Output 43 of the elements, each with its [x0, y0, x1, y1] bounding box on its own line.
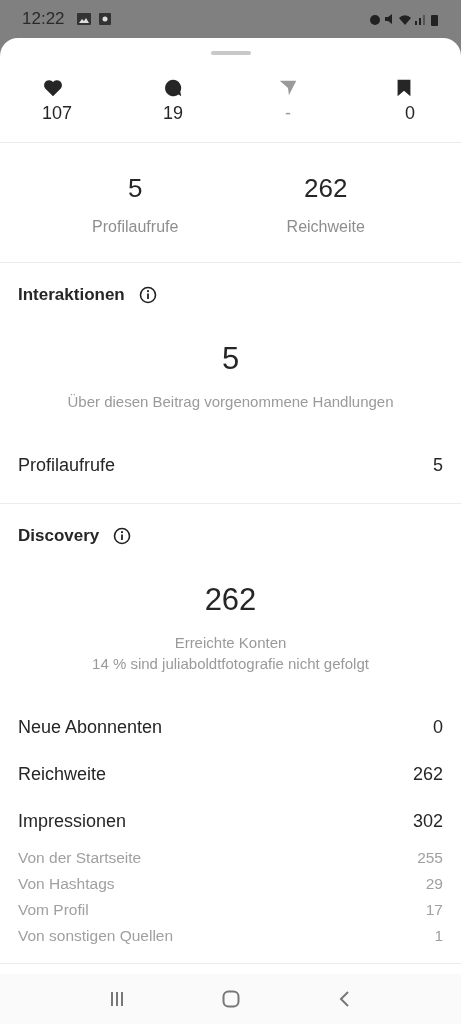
signal-icon — [415, 15, 425, 25]
metric-value: 0 — [433, 717, 443, 738]
engagement-count: 0 — [405, 103, 415, 124]
big-number: 262 — [204, 582, 257, 618]
recent-apps-icon[interactable] — [108, 991, 125, 1007]
metric-label: Profilaufrufe — [18, 455, 116, 476]
metric-value: 302 — [412, 811, 443, 832]
wifi-icon — [399, 15, 411, 25]
metric-value: 5 — [433, 455, 443, 476]
engagement-count: 19 — [163, 103, 183, 124]
status-time: 12:22 — [22, 9, 65, 29]
metric-label: Impressionen — [18, 811, 127, 832]
image-icon — [76, 13, 91, 25]
engagement-count: - — [285, 103, 291, 124]
caption: Erreichte Konten — [174, 633, 287, 653]
drag-handle[interactable] — [210, 51, 251, 55]
section-title: Interaktionen — [18, 285, 125, 305]
metric-value: 17 — [425, 901, 443, 919]
info-icon[interactable] — [113, 527, 132, 545]
metric-value: 262 — [412, 764, 443, 785]
engagement-count: 107 — [42, 103, 73, 124]
summary-label: Reichweite — [286, 218, 365, 236]
battery-icon — [431, 15, 438, 26]
mute-icon — [385, 14, 392, 24]
caption: Über diesen Beitrag vorgenommene Handlungen — [67, 392, 394, 412]
caption: 14 % sind juliaboldtfotografie nicht gefolgt — [92, 654, 369, 674]
metric-value: 29 — [425, 875, 443, 893]
metric-label: Reichweite — [18, 764, 107, 785]
info-icon[interactable] — [138, 286, 157, 304]
metric-value: 1 — [434, 927, 443, 945]
summary-value: 262 — [304, 173, 348, 204]
summary-value: 5 — [128, 173, 143, 204]
metric-value: 255 — [417, 849, 443, 867]
section-title: Discovery — [18, 526, 100, 546]
metric-label: Neue Abonnenten — [18, 717, 163, 738]
summary-label: Profilaufrufe — [92, 218, 179, 236]
metric-label: Von sonstigen Quellen — [18, 927, 174, 945]
metric-label: Von der Startseite — [18, 849, 142, 867]
metric-label: Von Hashtags — [18, 875, 115, 893]
metric-label: Vom Profil — [18, 901, 89, 919]
home-icon[interactable] — [222, 990, 241, 1008]
record-icon — [98, 13, 111, 25]
big-number: 5 — [221, 341, 240, 377]
